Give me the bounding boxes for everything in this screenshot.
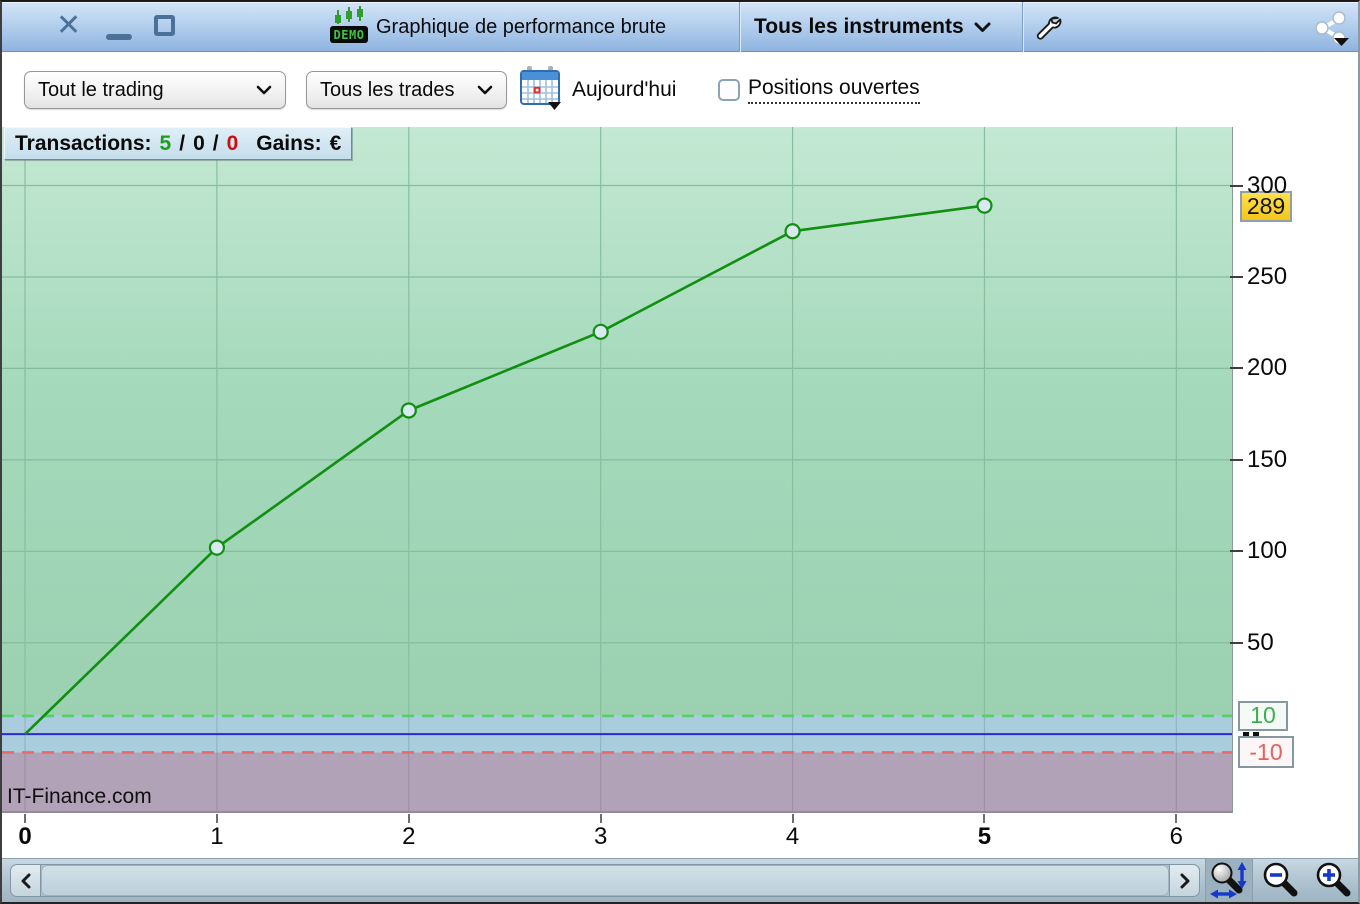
zero-tick bbox=[1253, 732, 1259, 737]
y-axis-label: 300 bbox=[1247, 171, 1288, 199]
stats-separator: / bbox=[179, 131, 186, 155]
open-positions-label[interactable]: Positions ouvertes bbox=[748, 76, 920, 104]
y-axis-label: 250 bbox=[1247, 262, 1288, 290]
chevron-down-icon bbox=[477, 85, 493, 95]
y-axis-label: 150 bbox=[1247, 445, 1288, 473]
gains-currency: € bbox=[329, 131, 342, 155]
calendar-dropdown-arrow-icon bbox=[548, 102, 561, 110]
open-positions-checkbox[interactable] bbox=[718, 79, 740, 101]
watermark: IT-Finance.com bbox=[7, 785, 152, 808]
upper-threshold-badge: 10 bbox=[1238, 700, 1288, 731]
bottom-bar bbox=[2, 858, 1358, 902]
zoom-out-button[interactable] bbox=[1256, 859, 1306, 902]
trading-scope-value: Tout le trading bbox=[38, 78, 164, 101]
x-axis-label: 6 bbox=[1169, 823, 1184, 850]
close-button[interactable]: ✕ bbox=[56, 8, 81, 43]
lower-threshold-badge: -10 bbox=[1238, 736, 1294, 769]
x-axis-tick bbox=[791, 814, 794, 823]
toolbar: Tout le trading Tous les trades Aujourd'… bbox=[2, 52, 1358, 125]
titlebar-separator bbox=[1022, 2, 1024, 52]
scroll-left-button[interactable] bbox=[11, 865, 41, 896]
zoom-out-icon bbox=[1263, 862, 1298, 897]
y-axis-tick bbox=[1230, 458, 1243, 461]
zero-tick bbox=[1243, 732, 1249, 737]
transactions-losses: 0 bbox=[226, 131, 239, 155]
titlebar-separator bbox=[739, 2, 741, 52]
svg-text:DEMO: DEMO bbox=[334, 28, 365, 42]
transactions-label: Transactions: bbox=[15, 131, 152, 155]
chevron-down-icon bbox=[256, 85, 272, 95]
y-axis-tick bbox=[1230, 275, 1243, 278]
x-axis-label: 0 bbox=[18, 823, 32, 850]
plot-area[interactable] bbox=[2, 127, 1233, 813]
y-axis-tick bbox=[1230, 184, 1243, 187]
x-axis-tick bbox=[983, 814, 986, 823]
y-axis-label: 50 bbox=[1247, 628, 1274, 656]
y-axis[interactable]: 289 10 -10 300 250 200 150 100 50 bbox=[1230, 125, 1358, 812]
x-axis[interactable]: 0 1 2 3 4 5 6 bbox=[2, 813, 1358, 858]
x-axis-tick bbox=[24, 814, 27, 823]
chevron-left-icon bbox=[21, 873, 30, 888]
zoom-fit-icon bbox=[1210, 862, 1247, 899]
minimize-button[interactable] bbox=[106, 34, 132, 40]
y-axis-label: 100 bbox=[1247, 537, 1288, 565]
transactions-wins: 5 bbox=[159, 131, 172, 155]
transactions-breakeven: 0 bbox=[193, 131, 205, 155]
share-icon[interactable] bbox=[1314, 10, 1350, 53]
instrument-selector[interactable]: Tous les instruments bbox=[754, 2, 991, 52]
chevron-down-icon bbox=[974, 22, 991, 32]
zoom-in-icon bbox=[1316, 862, 1351, 897]
x-axis-label: 2 bbox=[402, 823, 416, 850]
calendar-icon[interactable] bbox=[518, 65, 562, 116]
title-bar: ✕ DEMO Graphique de performance brute To… bbox=[2, 2, 1358, 52]
x-axis-label: 5 bbox=[977, 823, 992, 850]
scrollbar-thumb[interactable] bbox=[41, 865, 1169, 896]
chart-region: Transactions: 5 / 0 / 0 Gains: € IT-Fina… bbox=[2, 125, 1358, 858]
trades-filter-select[interactable]: Tous les trades bbox=[306, 71, 507, 109]
chevron-right-icon bbox=[1180, 873, 1189, 888]
x-axis-tick bbox=[407, 814, 410, 823]
x-axis-label: 1 bbox=[210, 823, 224, 850]
trades-filter-value: Tous les trades bbox=[320, 78, 455, 101]
x-axis-tick bbox=[599, 814, 602, 823]
stats-separator: / bbox=[212, 131, 219, 155]
stats-box: Transactions: 5 / 0 / 0 Gains: € bbox=[4, 127, 353, 160]
date-range-label[interactable]: Aujourd'hui bbox=[572, 52, 676, 125]
trading-scope-select[interactable]: Tout le trading bbox=[24, 71, 286, 109]
instrument-selector-label: Tous les instruments bbox=[754, 15, 964, 38]
x-axis-label: 4 bbox=[785, 823, 800, 850]
y-axis-label: 200 bbox=[1247, 354, 1288, 382]
scroll-right-button[interactable] bbox=[1169, 865, 1199, 896]
y-axis-tick bbox=[1230, 550, 1243, 553]
gains-label: Gains: bbox=[256, 131, 322, 155]
zoom-fit-button[interactable] bbox=[1205, 859, 1253, 902]
x-axis-tick bbox=[1175, 814, 1178, 823]
settings-wrench-icon[interactable] bbox=[1032, 13, 1062, 48]
demo-badge-icon: DEMO bbox=[330, 6, 368, 55]
y-axis-tick bbox=[1230, 367, 1243, 370]
horizontal-scrollbar[interactable] bbox=[10, 864, 1200, 897]
x-axis-label: 3 bbox=[594, 823, 608, 850]
y-axis-tick bbox=[1230, 641, 1243, 644]
maximize-button[interactable] bbox=[154, 15, 175, 36]
x-axis-tick bbox=[215, 814, 218, 823]
zoom-in-button[interactable] bbox=[1309, 859, 1358, 902]
window-title: Graphique de performance brute bbox=[376, 16, 667, 38]
performance-chart-window: ✕ DEMO Graphique de performance brute To… bbox=[0, 0, 1360, 904]
